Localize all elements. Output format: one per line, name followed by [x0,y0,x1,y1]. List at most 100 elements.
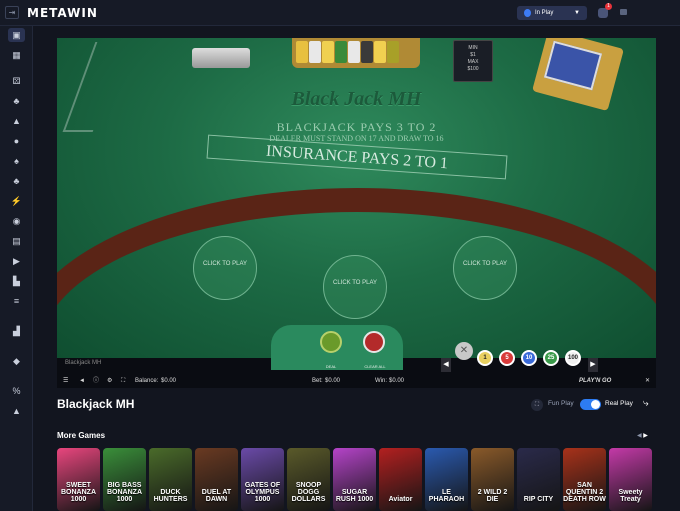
game-tile-label: 2 WILD 2 DIE [477,489,508,503]
settings-icon[interactable]: ⚙ [107,374,112,388]
triangle-icon[interactable]: ▲ [8,404,25,418]
clear-all-button[interactable] [363,331,385,353]
share-icon[interactable]: ⤷ [643,398,649,409]
min-value: $1 [470,52,476,58]
fullscreen-icon[interactable]: ⛶ [121,374,125,388]
game-tile-label: GATES OF OLYMPUS 1000 [244,482,281,503]
more-games-nav: ◀ ▶ [637,432,648,439]
play-mode-label: In Play [535,10,554,16]
chip-selector: 1 5 10 25 100 [441,346,601,368]
logo[interactable]: METAWIN [27,6,98,20]
game-title: Blackjack MH [57,397,135,411]
info-icon[interactable]: ⓘ [93,374,99,388]
balance-value: $0.00 [161,378,177,384]
collapse-sidebar-icon[interactable]: ⇥ [5,6,19,19]
bet-value: $0.00 [325,378,341,384]
game-tile[interactable]: Sweety Treaty [609,448,652,511]
game-watermark: Blackjack MH [65,360,102,366]
coin-icon [524,9,531,17]
chart-icon[interactable]: ▟ [8,324,25,338]
chat-icon[interactable] [620,9,627,15]
expand-icon[interactable]: ⛶ [531,399,543,411]
chevron-down-icon: ▼ [574,10,580,16]
menu-icon[interactable]: ☰ [63,374,68,388]
table-brand: Black Jack MH [291,88,422,110]
deal-button[interactable] [320,331,342,353]
provider-logo: PLAY'N GO [579,378,612,384]
stack-icon[interactable]: ≡ [8,294,25,308]
balance-label: Balance: [135,378,159,384]
sidebar: ▣ ▦ ⚄ ♣ ▲ ● ♠ ♣ ⚡ ◉ ▤ ▶ ▙ ≡ ▟ ◆ % ▲ [0,26,33,511]
next-arrow-icon[interactable]: ▶ [643,433,648,439]
prev-arrow-icon[interactable]: ◀ [637,433,642,439]
more-games-heading: More Games [57,431,106,440]
clear-label: CLEAR ALL [364,364,386,369]
chip-25[interactable]: 25 [543,350,559,366]
sound-icon[interactable]: ◄ [79,374,85,388]
close-icon[interactable]: ✕ [645,374,650,388]
club-icon[interactable]: ♣ [8,174,25,188]
top-bar: ⇥ METAWIN In Play ▼ 1 [0,0,680,26]
game-tile[interactable]: GATES OF OLYMPUS 1000 [241,448,284,511]
game-tile[interactable]: 2 WILD 2 DIE [471,448,514,511]
video-icon[interactable]: ▶ [8,254,25,268]
dealer-rule-banner: DEALER MUST STAND ON 17 AND DRAW TO 16 [269,134,444,143]
dice-icon[interactable]: ⚄ [8,74,25,88]
max-label: MAX [467,59,479,65]
play-mode-toggle[interactable] [580,399,601,410]
gift-icon[interactable]: ▦ [8,48,25,62]
podium-icon[interactable]: ▙ [8,274,25,288]
bet-spot-left[interactable]: CLICK TO PLAY [193,236,257,300]
race-icon[interactable]: ◆ [8,354,25,368]
real-play-label: Real Play [605,400,633,407]
spade-icon[interactable]: ♠ [8,154,25,168]
table-felt: MIN $1 MAX $100 Black Jack MH BLACKJACK … [57,38,656,388]
game-tile[interactable]: SUGAR RUSH 1000 [333,448,376,511]
chips-next-arrow[interactable]: ▶ [588,358,598,372]
game-tile-label: RIP CITY [523,496,554,503]
game-tile-label: DUEL AT DAWN [201,489,232,503]
win-label: Win: [375,378,387,384]
bet-spot-center[interactable]: CLICK TO PLAY [323,255,387,319]
game-tile[interactable]: LE PHARAOH [425,448,468,511]
game-tile-label: LE PHARAOH [428,489,465,503]
play-mode-dropdown[interactable]: In Play ▼ [517,6,587,20]
game-tile[interactable]: SAN QUENTIN 2 DEATH ROW [563,448,606,511]
win-value: $0.00 [389,378,405,384]
chip-tray [292,38,420,68]
chip-5[interactable]: 5 [499,350,515,366]
bet-spot-right[interactable]: CLICK TO PLAY [453,236,517,300]
deal-label: DEAL [325,364,337,369]
discard-holder [192,48,250,68]
flame-icon[interactable]: ▲ [8,114,25,128]
game-tile-label: BIG BASS BONANZA 1000 [107,482,142,503]
book-icon[interactable]: ▤ [8,234,25,248]
user-icon[interactable]: ● [8,134,25,148]
chip-1[interactable]: 1 [477,350,493,366]
game-tile-label: SAN QUENTIN 2 DEATH ROW [563,482,606,503]
game-tile[interactable]: RIP CITY [517,448,560,511]
game-frame[interactable]: MIN $1 MAX $100 Black Jack MH BLACKJACK … [57,38,656,388]
game-tile[interactable]: SWEET BONANZA 1000 [57,448,100,511]
game-tile[interactable]: BIG BASS BONANZA 1000 [103,448,146,511]
fun-play-label: Fun Play [548,400,574,407]
game-tile-label: SNOOP DOGG DOLLARS [291,482,326,503]
roulette-icon[interactable]: ◉ [8,214,25,228]
game-info-row: Blackjack MH ⛶ Fun Play Real Play ⤷ [57,395,656,415]
game-tile[interactable]: SNOOP DOGG DOLLARS [287,448,330,511]
max-value: $100 [467,66,479,72]
cherries-icon[interactable]: ♣ [8,94,25,108]
percent-icon[interactable]: % [8,384,25,398]
chip-10[interactable]: 10 [521,350,537,366]
game-tile[interactable]: DUCK HUNTERS [149,448,192,511]
game-tile[interactable]: Aviator [379,448,422,511]
casino-icon[interactable]: ▣ [8,28,25,42]
game-hud: ☰ ◄ ⓘ ⚙ ⛶ Balance: $0.00 Bet: $0.00 Win:… [57,374,656,388]
game-tile-label: SUGAR RUSH 1000 [335,489,374,503]
card-shield [62,42,126,132]
game-tile-label: SWEET BONANZA 1000 [61,482,96,503]
game-tile[interactable]: DUEL AT DAWN [195,448,238,511]
game-tile-label: Aviator [388,496,413,503]
chip-100[interactable]: 100 [565,350,581,366]
lightning-icon[interactable]: ⚡ [8,194,25,208]
